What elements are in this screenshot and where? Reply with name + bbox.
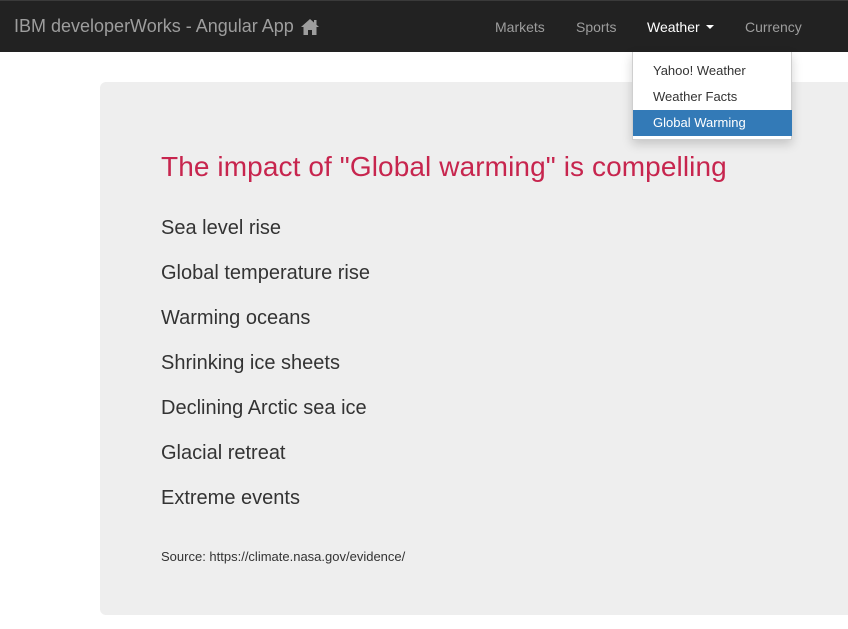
fact-item: Declining Arctic sea ice — [161, 397, 367, 419]
nav-link-weather[interactable]: Weather — [647, 19, 714, 35]
dropdown-item-weather-facts[interactable]: Weather Facts — [633, 84, 792, 110]
nav-link-currency[interactable]: Currency — [745, 19, 802, 35]
nav-link-weather-label: Weather — [647, 19, 700, 35]
fact-item: Glacial retreat — [161, 442, 286, 464]
fact-item: Sea level rise — [161, 217, 282, 239]
source-citation: Source: https://climate.nasa.gov/evidenc… — [161, 549, 406, 564]
fact-item: Warming oceans — [161, 307, 311, 329]
home-icon — [300, 17, 320, 37]
page-heading: The impact of "Global warming" is compel… — [161, 151, 727, 182]
top-navbar: IBM developerWorks - Angular App Markets… — [0, 0, 848, 52]
dropdown-item-yahoo-weather[interactable]: Yahoo! Weather — [633, 58, 792, 84]
caret-down-icon — [705, 25, 714, 30]
fact-item: Global temperature rise — [161, 262, 370, 284]
fact-item: Extreme events — [161, 487, 300, 509]
content-panel: The impact of "Global warming" is compel… — [100, 82, 848, 615]
brand-link[interactable]: IBM developerWorks - Angular App — [14, 16, 320, 37]
fact-item: Shrinking ice sheets — [161, 352, 340, 374]
dropdown-item-global-warming[interactable]: Global Warming — [633, 110, 792, 136]
nav-link-sports[interactable]: Sports — [576, 19, 616, 35]
weather-dropdown-menu: Yahoo! Weather Weather Facts Global Warm… — [632, 52, 792, 140]
brand-title: IBM developerWorks - Angular App — [14, 16, 294, 36]
nav-link-markets[interactable]: Markets — [495, 19, 545, 35]
